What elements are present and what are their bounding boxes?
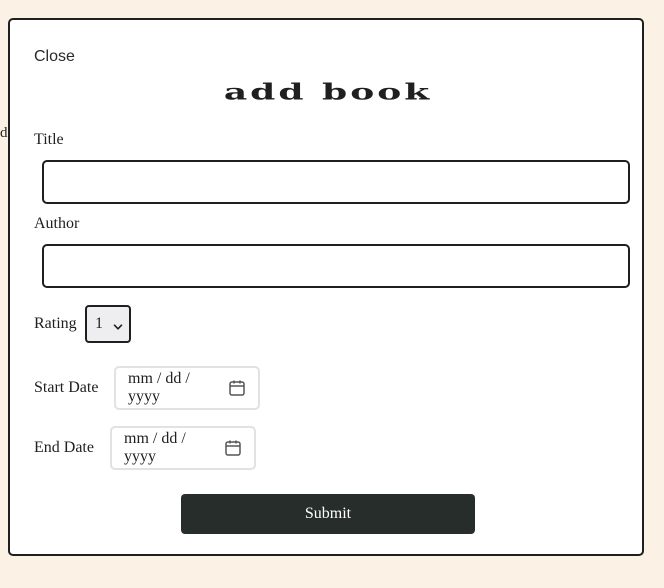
title-input[interactable] bbox=[42, 160, 630, 204]
end-date-label: End Date bbox=[34, 439, 94, 456]
backdrop-partial-text: d bbox=[0, 125, 8, 141]
end-date-input[interactable]: mm / dd / yyyy bbox=[110, 426, 256, 470]
add-book-modal: Close add book Title Author Rating 1 Sta… bbox=[8, 18, 644, 556]
calendar-icon[interactable] bbox=[228, 379, 246, 397]
author-input[interactable] bbox=[42, 244, 630, 288]
start-date-label: Start Date bbox=[34, 379, 99, 396]
rating-select[interactable]: 1 bbox=[85, 305, 131, 343]
modal-title: add book bbox=[223, 78, 433, 106]
start-date-placeholder: mm / dd / yyyy bbox=[128, 370, 190, 405]
end-date-placeholder: mm / dd / yyyy bbox=[124, 430, 186, 465]
start-date-input[interactable]: mm / dd / yyyy bbox=[114, 366, 260, 410]
calendar-icon[interactable] bbox=[224, 439, 242, 457]
rating-selected-value: 1 bbox=[95, 315, 103, 332]
rating-label: Rating bbox=[34, 315, 77, 332]
title-label: Title bbox=[34, 131, 64, 148]
author-label: Author bbox=[34, 215, 80, 232]
close-button[interactable]: Close bbox=[34, 48, 75, 66]
chevron-down-icon bbox=[113, 319, 123, 330]
submit-button[interactable]: Submit bbox=[181, 494, 475, 534]
